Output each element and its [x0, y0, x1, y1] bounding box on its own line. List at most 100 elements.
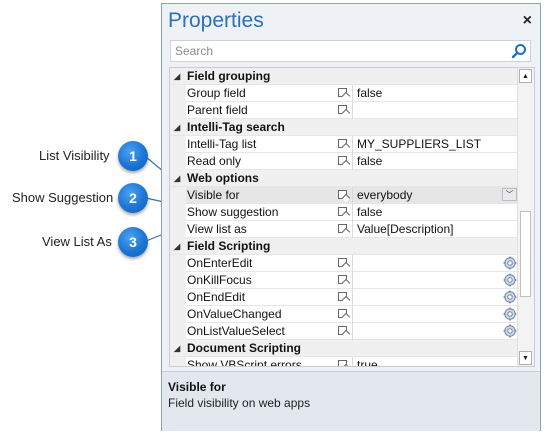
property-page-icon[interactable]	[338, 326, 347, 335]
script-editor-gear-icon[interactable]	[503, 324, 517, 338]
row-gutter	[170, 187, 186, 204]
row-gutter	[170, 204, 186, 221]
property-grid: ◢ Field grouping Group field false Parent fi…	[169, 67, 535, 367]
property-row[interactable]: OnEnterEdit	[170, 255, 520, 272]
row-gutter	[170, 153, 186, 170]
collapse-triangle-icon[interactable]: ◢	[174, 123, 180, 132]
property-value[interactable]: Value[Description]	[357, 222, 454, 236]
dropdown-chevron-icon[interactable]: ﹀	[502, 188, 517, 201]
category-row[interactable]: ◢ Document Scripting	[170, 340, 520, 357]
column-separator	[352, 306, 353, 323]
property-page-icon[interactable]	[338, 275, 347, 284]
property-value[interactable]: everybody	[357, 188, 412, 202]
property-page-icon[interactable]	[338, 258, 347, 267]
search-box[interactable]: Search	[170, 40, 531, 62]
close-button[interactable]: ×	[523, 12, 532, 30]
property-value[interactable]: false	[357, 154, 382, 168]
property-page-icon[interactable]	[338, 360, 347, 366]
collapse-triangle-icon[interactable]: ◢	[174, 242, 180, 251]
property-page-icon[interactable]	[338, 224, 347, 233]
property-page-icon[interactable]	[338, 88, 347, 97]
search-icon[interactable]	[511, 43, 527, 59]
property-value[interactable]: true	[357, 358, 378, 366]
property-row[interactable]: Show VBScript errors true	[170, 357, 520, 367]
property-page-icon[interactable]	[338, 156, 347, 165]
category-row[interactable]: ◢ Web options	[170, 170, 520, 187]
row-gutter	[170, 102, 186, 119]
scroll-down-arrow-icon[interactable]: ▼	[519, 351, 532, 365]
property-row[interactable]: OnListValueSelect	[170, 323, 520, 340]
search-input[interactable]: Search	[175, 44, 213, 58]
property-value[interactable]: false	[357, 205, 382, 219]
category-row[interactable]: ◢ Field grouping	[170, 68, 520, 85]
properties-window: Properties × Search ◢ Field grouping Group…	[161, 3, 541, 431]
row-gutter	[170, 85, 186, 102]
property-page-icon[interactable]	[338, 139, 347, 148]
row-gutter	[170, 221, 186, 238]
description-title: Visible for	[168, 380, 226, 394]
property-name: OnEnterEdit	[187, 256, 253, 270]
property-row[interactable]: Visible for everybody ﹀	[170, 187, 520, 204]
script-editor-gear-icon[interactable]	[503, 307, 517, 321]
callout-badge-3: 3	[118, 227, 148, 257]
callout-label-list-visibility: List Visibility	[39, 148, 110, 163]
row-gutter	[170, 289, 186, 306]
column-separator	[352, 323, 353, 340]
column-separator	[352, 272, 353, 289]
callout-badge-2: 2	[118, 183, 148, 213]
property-name: Visible for	[187, 188, 240, 202]
property-row[interactable]: Group field false	[170, 85, 520, 102]
collapse-triangle-icon[interactable]: ◢	[174, 344, 180, 353]
column-separator	[352, 187, 353, 204]
property-row[interactable]: OnEndEdit	[170, 289, 520, 306]
description-text: Field visibility on web apps	[168, 396, 311, 410]
scroll-thumb[interactable]	[520, 211, 531, 297]
category-label: Web options	[187, 171, 259, 185]
column-separator	[352, 255, 353, 272]
property-name: OnListValueSelect	[187, 324, 285, 338]
callout-badge-1: 1	[118, 141, 148, 171]
property-row[interactable]: View list as Value[Description]	[170, 221, 520, 238]
property-row[interactable]: Intelli-Tag list MY_SUPPLIERS_LIST	[170, 136, 520, 153]
property-page-icon[interactable]	[338, 105, 347, 114]
category-row[interactable]: ◢ Field Scripting	[170, 238, 520, 255]
property-row[interactable]: Show suggestion false	[170, 204, 520, 221]
property-name: Parent field	[187, 103, 248, 117]
property-value[interactable]: MY_SUPPLIERS_LIST	[357, 137, 481, 151]
collapse-triangle-icon[interactable]: ◢	[174, 174, 180, 183]
property-page-icon[interactable]	[338, 190, 347, 199]
row-gutter	[170, 306, 186, 323]
script-editor-gear-icon[interactable]	[503, 290, 517, 304]
row-gutter	[170, 136, 186, 153]
property-page-icon[interactable]	[338, 309, 347, 318]
scroll-up-arrow-icon[interactable]: ▲	[519, 69, 532, 83]
column-separator	[352, 136, 353, 153]
column-separator	[352, 102, 353, 119]
collapse-triangle-icon[interactable]: ◢	[174, 72, 180, 81]
property-page-icon[interactable]	[338, 207, 347, 216]
property-name: Show VBScript errors	[187, 358, 302, 367]
property-value[interactable]: false	[357, 86, 382, 100]
category-label: Document Scripting	[187, 341, 302, 355]
description-panel: Visible for Field visibility on web apps	[162, 371, 540, 431]
property-row[interactable]: OnValueChanged	[170, 306, 520, 323]
property-name: Read only	[187, 154, 242, 168]
callout-label-view-list-as: View List As	[42, 234, 112, 249]
category-row[interactable]: ◢ Intelli-Tag search	[170, 119, 520, 136]
category-label: Field Scripting	[187, 239, 271, 253]
property-row[interactable]: Parent field	[170, 102, 520, 119]
column-separator	[352, 289, 353, 306]
callout-label-show-suggestion: Show Suggestion	[12, 190, 114, 205]
row-gutter	[170, 323, 186, 340]
script-editor-gear-icon[interactable]	[503, 256, 517, 270]
row-gutter	[170, 272, 186, 289]
property-row[interactable]: OnKillFocus	[170, 272, 520, 289]
property-name: Intelli-Tag list	[187, 137, 257, 151]
row-gutter	[170, 255, 186, 272]
window-title: Properties	[168, 9, 264, 32]
category-label: Intelli-Tag search	[187, 120, 285, 134]
vertical-scrollbar[interactable]: ▲ ▼	[517, 68, 534, 366]
property-row[interactable]: Read only false	[170, 153, 520, 170]
script-editor-gear-icon[interactable]	[503, 273, 517, 287]
property-page-icon[interactable]	[338, 292, 347, 301]
